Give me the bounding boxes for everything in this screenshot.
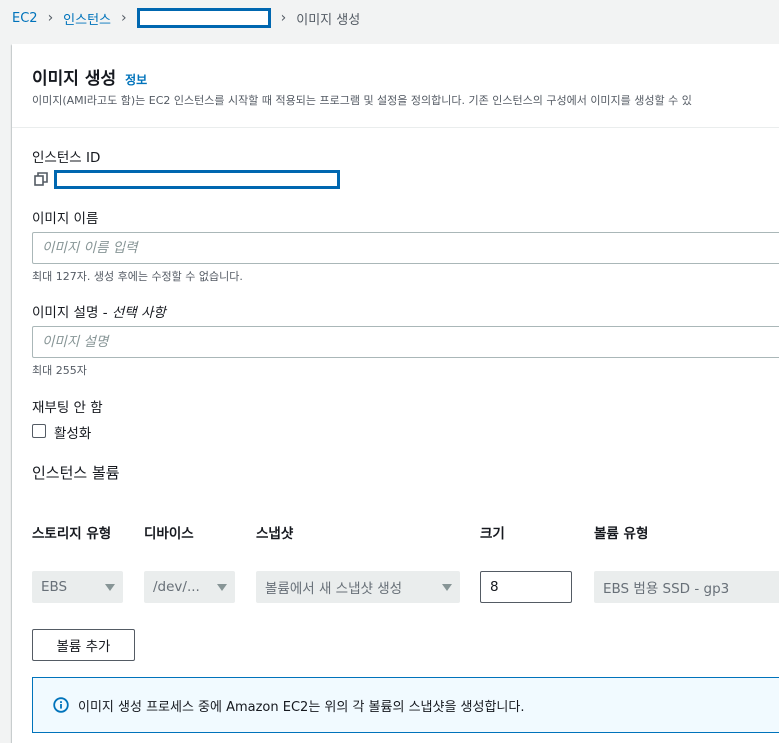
column-storage-type: 스토리지 유형	[32, 526, 112, 542]
image-description-label: 이미지 설명 - 선택 사항	[32, 301, 166, 321]
volume-size-input[interactable]	[480, 571, 572, 603]
instance-id-redacted	[54, 170, 340, 189]
info-icon	[53, 697, 69, 713]
chevron-right-icon: ›	[280, 10, 287, 26]
caret-down-icon	[442, 583, 452, 591]
column-volume-type: 볼륨 유형	[594, 526, 649, 542]
image-name-input[interactable]	[32, 232, 779, 264]
image-description-hint: 최대 255자	[32, 364, 87, 377]
page-title: 이미지 생성	[32, 69, 117, 89]
device-select: /dev/...	[144, 571, 235, 603]
volume-type-select: EBS 범용 SSD - gp3	[594, 571, 779, 603]
no-reboot-label: 재부팅 안 함	[32, 400, 103, 416]
breadcrumb-instances-link[interactable]: 인스턴스	[63, 9, 111, 28]
caret-down-icon	[105, 583, 115, 591]
image-name-label: 이미지 이름	[32, 211, 99, 227]
storage-type-select: EBS	[32, 571, 123, 603]
storage-type-value: EBS	[41, 579, 68, 595]
title-row: 이미지 생성 정보	[32, 64, 147, 89]
image-description-input[interactable]	[32, 326, 779, 358]
device-value: /dev/...	[153, 579, 200, 595]
column-device: 디바이스	[144, 526, 194, 542]
snapshot-value: 볼륨에서 새 스냅샷 생성	[265, 581, 403, 597]
column-size: 크기	[480, 526, 505, 542]
image-description-label-text: 이미지 설명	[32, 305, 99, 321]
breadcrumb: EC2 › 인스턴스 › › 이미지 생성	[0, 0, 779, 36]
no-reboot-checkbox[interactable]	[32, 424, 46, 438]
no-reboot-checkbox-label[interactable]: 활성화	[54, 422, 91, 442]
chevron-right-icon: ›	[47, 10, 54, 26]
instance-id-label: 인스턴스 ID	[32, 150, 101, 166]
breadcrumb-instance-redacted[interactable]	[136, 8, 271, 28]
image-description-label-separator: -	[98, 305, 112, 321]
alert-text: 이미지 생성 프로세스 중에 Amazon EC2는 위의 각 볼륨의 스냅샷을…	[78, 699, 525, 715]
chevron-right-icon: ›	[121, 10, 127, 26]
panel-header: 이미지 생성 정보 이미지(AMI라고도 함)는 EC2 인스턴스를 시작할 때…	[12, 44, 779, 128]
caret-down-icon	[217, 583, 227, 591]
instance-volumes-title: 인스턴스 볼륨	[32, 464, 120, 482]
snapshot-select: 볼륨에서 새 스냅샷 생성	[256, 571, 460, 603]
info-alert: 이미지 생성 프로세스 중에 Amazon EC2는 위의 각 볼륨의 스냅샷을…	[32, 677, 779, 733]
info-link[interactable]: 정보	[125, 71, 147, 88]
breadcrumb-ec2-link[interactable]: EC2	[12, 11, 38, 26]
copy-icon[interactable]	[34, 172, 48, 186]
volume-type-value: EBS 범용 SSD - gp3	[603, 581, 730, 597]
create-image-panel: 이미지 생성 정보 이미지(AMI라고도 함)는 EC2 인스턴스를 시작할 때…	[12, 44, 779, 743]
optional-label: 선택 사항	[111, 305, 166, 321]
breadcrumb-current: 이미지 생성	[296, 12, 361, 28]
image-name-hint: 최대 127자. 생성 후에는 수정할 수 없습니다.	[32, 270, 243, 283]
page-description: 이미지(AMI라고도 함)는 EC2 인스턴스를 시작할 때 적용되는 프로그램…	[32, 94, 692, 107]
column-snapshot: 스냅샷	[256, 526, 294, 542]
add-volume-button[interactable]: 볼륨 추가	[32, 629, 135, 661]
